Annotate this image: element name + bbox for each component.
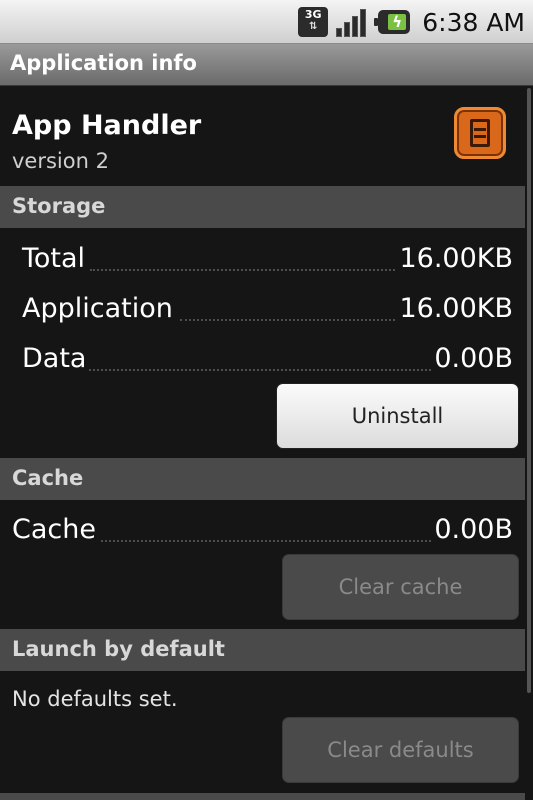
clear-defaults-button[interactable]: Clear defaults [282, 717, 519, 783]
storage-row-application: Application 16.00KB [0, 289, 525, 329]
page-title: Application info [10, 51, 197, 75]
launch-header-label: Launch by default [12, 637, 225, 661]
next-section-header-edge [0, 793, 525, 800]
status-icons: 3G ⇅ ϟ 6:38 AM [298, 6, 525, 38]
app-version: version 2 [12, 149, 109, 173]
row-value: 0.00B [432, 514, 513, 545]
status-bar: 3G ⇅ ϟ 6:38 AM [0, 0, 533, 44]
signal-strength-icon [336, 7, 370, 37]
row-value: 16.00KB [397, 293, 513, 324]
row-value: 16.00KB [397, 243, 513, 274]
launch-section-header: Launch by default [0, 629, 525, 671]
cache-header-label: Cache [12, 466, 84, 490]
storage-row-total: Total 16.00KB [0, 239, 525, 279]
row-label: Data [22, 343, 89, 374]
storage-row-data: Data 0.00B [0, 339, 525, 379]
cache-row: Cache 0.00B [0, 510, 525, 550]
title-bar: Application info [0, 44, 533, 86]
row-value: 0.00B [432, 343, 513, 374]
clear-cache-button[interactable]: Clear cache [282, 554, 519, 620]
app-header: App Handler version 2 [0, 86, 533, 186]
cache-section-header: Cache [0, 458, 525, 500]
row-label: Application [22, 293, 175, 324]
no-defaults-text: No defaults set. [12, 687, 178, 711]
3g-network-icon: 3G ⇅ [298, 7, 329, 37]
storage-section-header: Storage [0, 186, 525, 228]
app-info-content[interactable]: App Handler version 2 Storage Total 16.0… [0, 86, 533, 800]
status-clock: 6:38 AM [422, 7, 525, 37]
network-type-label: 3G [304, 8, 322, 21]
scrollbar[interactable] [527, 88, 531, 693]
row-label: Total [22, 243, 88, 274]
uninstall-button[interactable]: Uninstall [276, 383, 519, 449]
app-icon [454, 107, 506, 159]
data-arrows: ⇅ [309, 21, 318, 32]
battery-charging-icon: ϟ [374, 10, 411, 34]
app-name: App Handler [12, 110, 202, 141]
row-label: Cache [12, 514, 98, 545]
storage-header-label: Storage [12, 194, 106, 218]
